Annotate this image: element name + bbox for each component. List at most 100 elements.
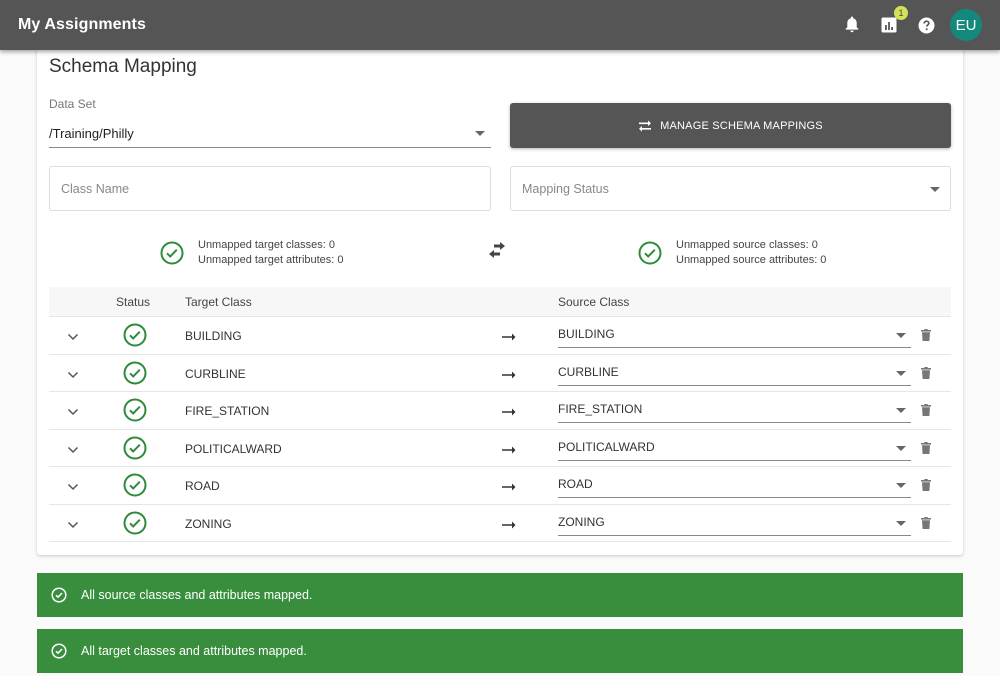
- source-class-value: CURBLINE: [558, 364, 619, 379]
- source-class-select[interactable]: ZONING: [558, 508, 911, 536]
- source-summary: Unmapped source classes: 0 Unmapped sour…: [638, 238, 826, 268]
- source-class-select[interactable]: ROAD: [558, 470, 911, 498]
- dropdown-caret-icon: [896, 520, 906, 526]
- trash-icon: [921, 441, 931, 454]
- target-class: ROAD: [185, 479, 220, 493]
- source-class-value: BUILDING: [558, 327, 615, 341]
- check-circle-icon: [123, 473, 147, 497]
- source-class-value: POLITICALWARD: [558, 439, 655, 454]
- table-row: BUILDING BUILDING: [49, 317, 951, 355]
- trash-icon: [921, 516, 931, 529]
- swap-horizontal-icon: [489, 242, 505, 258]
- chevron-down-icon: [67, 371, 79, 378]
- app-title: My Assignments: [18, 16, 146, 33]
- delete-mapping-button[interactable]: [921, 516, 931, 534]
- swap-direction-button[interactable]: [486, 241, 508, 264]
- expand-row-button[interactable]: [67, 441, 79, 459]
- chevron-down-icon: [67, 333, 79, 341]
- target-class: FIRE_STATION: [185, 404, 270, 418]
- table-header: Status Target Class Source Class: [49, 287, 951, 317]
- source-class-value: ROAD: [558, 477, 593, 491]
- unmapped-target-classes: Unmapped target classes: 0: [198, 239, 335, 251]
- target-mapped-notification: All target classes and attributes mapped…: [37, 629, 963, 673]
- dataset-select[interactable]: /Training/Philly: [49, 118, 491, 148]
- source-class-select[interactable]: POLITICALWARD: [558, 433, 911, 461]
- table-row: ZONING ZONING: [49, 505, 951, 542]
- header-target-class: Target Class: [185, 295, 252, 309]
- delete-mapping-button[interactable]: [921, 366, 931, 384]
- expand-row-button[interactable]: [67, 403, 79, 421]
- unmapped-target-attributes: Unmapped target attributes: 0: [198, 254, 344, 266]
- check-circle-icon: [638, 241, 662, 265]
- dropdown-caret-icon: [896, 370, 906, 376]
- target-class: POLITICALWARD: [185, 441, 282, 456]
- dropdown-caret-icon: [896, 483, 906, 488]
- header-status: Status: [116, 295, 151, 309]
- arrow-right-icon: [502, 367, 516, 385]
- help-icon: [918, 17, 934, 33]
- status-mapped-icon: [123, 361, 147, 390]
- mapping-status-placeholder: Mapping Status: [522, 182, 609, 196]
- source-class-select[interactable]: CURBLINE: [558, 358, 911, 386]
- user-avatar[interactable]: EU: [950, 9, 982, 41]
- help-button[interactable]: [916, 15, 936, 35]
- notification-text: All source classes and attributes mapped…: [81, 588, 313, 602]
- expand-row-button[interactable]: [67, 516, 79, 534]
- notifications-button[interactable]: [842, 15, 862, 35]
- status-mapped-icon: [123, 398, 147, 427]
- manage-button-label: MANAGE SCHEMA MAPPINGS: [660, 119, 823, 132]
- chevron-down-icon: [67, 521, 79, 528]
- chevron-down-icon: [67, 446, 79, 453]
- manage-schema-mappings-button[interactable]: MANAGE SCHEMA MAPPINGS: [510, 103, 951, 148]
- source-class-value: ZONING: [558, 514, 605, 529]
- status-mapped-icon: [123, 323, 147, 352]
- arrow-right-icon: [502, 479, 516, 497]
- check-circle-icon: [123, 323, 147, 347]
- header-source-class: Source Class: [558, 295, 630, 309]
- table-row: CURBLINE CURBLINE: [49, 355, 951, 392]
- delete-mapping-button[interactable]: [921, 441, 931, 459]
- dropdown-caret-icon: [896, 408, 906, 413]
- delete-mapping-button[interactable]: [921, 328, 931, 346]
- table-row: POLITICALWARD POLITICALWARD: [49, 430, 951, 467]
- unmapped-source-classes: Unmapped source classes: 0: [676, 239, 818, 251]
- expand-row-button[interactable]: [67, 328, 79, 346]
- bell-icon: [845, 16, 859, 33]
- target-summary: Unmapped target classes: 0 Unmapped targ…: [160, 238, 344, 268]
- app-bar: My Assignments 1 EU: [0, 0, 1000, 50]
- trash-icon: [921, 366, 931, 379]
- arrow-right-icon: [502, 517, 516, 535]
- mapping-status-select[interactable]: Mapping Status: [510, 166, 951, 211]
- delete-mapping-button[interactable]: [921, 403, 931, 421]
- schema-mapping-card: Schema Mapping Data Set /Training/Philly…: [37, 38, 963, 555]
- delete-mapping-button[interactable]: [921, 478, 931, 496]
- arrow-right-icon: [502, 442, 516, 460]
- dataset-value: /Training/Philly: [49, 126, 134, 141]
- class-name-input[interactable]: Class Name: [49, 166, 491, 211]
- dropdown-caret-icon: [896, 445, 906, 451]
- swap-horizontal-icon: [639, 120, 652, 132]
- source-class-value: FIRE_STATION: [558, 402, 643, 416]
- chevron-down-icon: [67, 408, 79, 416]
- check-circle-icon: [123, 398, 147, 422]
- check-circle-icon: [160, 241, 184, 265]
- trash-icon: [921, 404, 931, 416]
- mapping-table: Status Target Class Source Class BUILDIN…: [49, 287, 951, 542]
- target-class: BUILDING: [185, 329, 242, 343]
- check-circle-outline-icon: [51, 587, 67, 603]
- expand-row-button[interactable]: [67, 478, 79, 496]
- target-class: CURBLINE: [185, 366, 246, 381]
- trash-icon: [921, 329, 931, 341]
- trash-icon: [921, 479, 931, 491]
- reports-button[interactable]: 1: [879, 6, 908, 35]
- chart-icon: [881, 17, 897, 33]
- check-circle-outline-icon: [51, 643, 67, 659]
- arrow-right-icon: [502, 329, 516, 347]
- table-row: ROAD ROAD: [49, 467, 951, 505]
- source-mapped-notification: All source classes and attributes mapped…: [37, 573, 963, 617]
- expand-row-button[interactable]: [67, 366, 79, 384]
- dataset-label: Data Set: [49, 97, 96, 111]
- source-class-select[interactable]: BUILDING: [558, 320, 911, 348]
- notification-text: All target classes and attributes mapped…: [81, 644, 307, 658]
- source-class-select[interactable]: FIRE_STATION: [558, 395, 911, 423]
